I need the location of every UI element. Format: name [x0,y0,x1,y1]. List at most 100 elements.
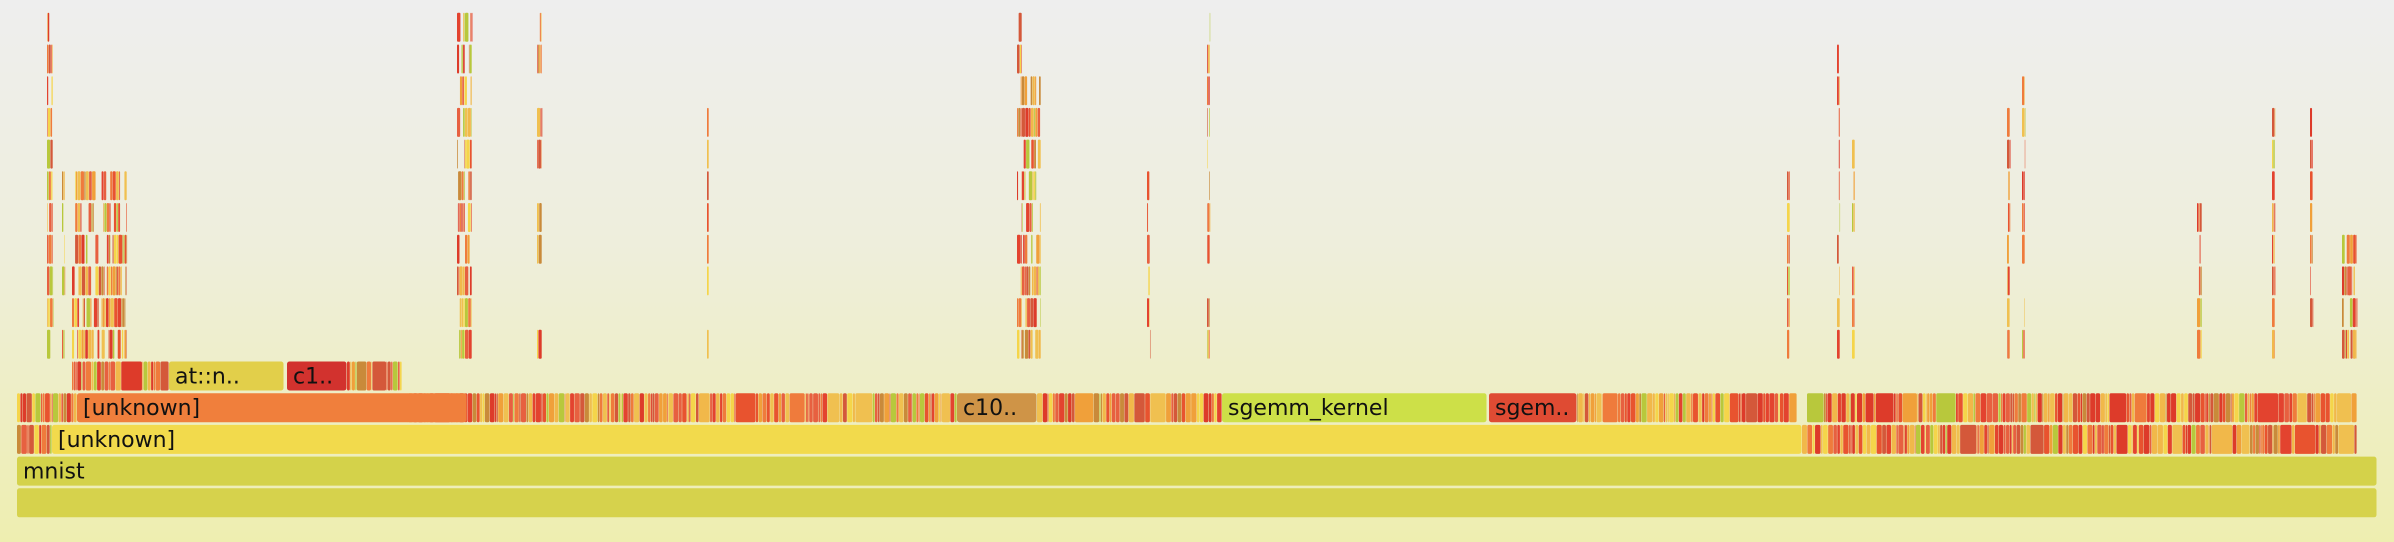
flame-frame-thin[interactable] [2102,424,2104,454]
flame-frame-thin[interactable] [101,171,104,201]
flame-frame-thin[interactable] [1134,393,1145,423]
flame-frame-thin[interactable] [2094,424,2097,454]
flame-frame-thin[interactable] [2031,393,2034,423]
flame-frame-thin[interactable] [1209,171,1210,201]
flame-frame-thin[interactable] [537,44,538,74]
flame-frame-thin[interactable] [1854,266,1855,296]
flame-frame-thin[interactable] [2184,393,2188,423]
flame-frame-thin[interactable] [81,329,84,359]
flame-frame-thin[interactable] [2274,203,2276,232]
flame-frame-thin[interactable] [1658,393,1664,423]
flame-frame-thin[interactable] [1852,424,1855,454]
flame-frame-thin[interactable] [1936,393,1956,423]
flame-frame-thin[interactable] [2023,171,2025,201]
flame-frame-thin[interactable] [469,44,472,74]
flame-frame-thin[interactable] [1214,393,1217,423]
flame-frame-thin[interactable] [121,298,122,328]
flame-frame-thin[interactable] [2087,424,2093,454]
flame-frame-thin[interactable] [1828,424,1833,454]
flame-frame-thin[interactable] [498,393,504,423]
flame-frame-thin[interactable] [52,266,54,296]
flame-frame-thin[interactable] [2066,424,2069,454]
flame-frame-thin[interactable] [2003,424,2006,454]
flame-frame-thin[interactable] [121,329,124,359]
flame-frame-thin[interactable] [1839,266,1840,296]
flame-frame-thin[interactable] [120,266,122,296]
flame-frame-thin[interactable] [1665,393,1668,423]
flame-frame-thin[interactable] [634,393,640,423]
flame-frame-thin[interactable] [71,393,74,423]
flame-frame-thin[interactable] [143,361,148,391]
flame-frame-thin[interactable] [687,393,688,423]
flame-frame-thin[interactable] [2131,424,2133,454]
flame-frame-thin[interactable] [2311,234,2313,264]
flame-frame-thin[interactable] [539,12,541,42]
flame-frame-thin[interactable] [101,361,105,391]
flame-frame-thin[interactable] [105,298,106,328]
flame-frame-thin[interactable] [480,393,483,423]
flame-frame-thin[interactable] [52,393,59,423]
flame-frame-thin[interactable] [539,44,541,74]
flame-frame-thin[interactable] [806,393,808,423]
flame-frame-thin[interactable] [2337,393,2351,423]
flame-frame-thin[interactable] [1025,171,1026,201]
flame-frame-thin[interactable] [1024,329,1029,359]
flame-frame-thin[interactable] [1853,171,1855,201]
flame-frame-thin[interactable] [123,234,125,264]
flame-frame-thin[interactable] [1032,171,1034,201]
flame-frame-thin[interactable] [1926,424,1930,454]
flame-frame-thin[interactable] [2230,393,2232,423]
flame-frame-thin[interactable] [1017,44,1020,74]
flame-frame-thin[interactable] [2090,393,2096,423]
flame-frame-thin[interactable] [1741,393,1746,423]
flame-frame-thin[interactable] [1635,393,1639,423]
flame-frame-thin[interactable] [2335,424,2339,454]
flame-frame-thin[interactable] [2009,424,2012,454]
flame-frame-thin[interactable] [366,361,371,391]
flame-frame-thin[interactable] [2171,393,2177,423]
flame-frame-thin[interactable] [2035,393,2038,423]
flame-frame-thin[interactable] [818,393,821,423]
flame-frame-thin[interactable] [86,298,90,328]
flame-frame-thin[interactable] [1033,171,1035,201]
flame-frame-thin[interactable] [1019,44,1022,74]
flame-frame-thin[interactable] [2344,266,2347,296]
flame-frame-thin[interactable] [1025,298,1026,328]
flame-frame-thin[interactable] [513,393,514,423]
flame-frame-thin[interactable] [47,329,51,359]
flame-frame-thin[interactable] [735,393,756,423]
flame-frame-thin[interactable] [526,393,529,423]
flame-frame-thin[interactable] [461,298,464,328]
flame-frame-thin[interactable] [1778,393,1780,423]
flame-frame-thin[interactable] [668,393,673,423]
flame-frame-thin[interactable] [2018,393,2021,423]
flame-frame-thin[interactable] [1145,393,1150,423]
flame-frame-thin[interactable] [2110,424,2114,454]
flame-frame-thin[interactable] [47,298,48,328]
flame-frame-thin[interactable] [461,44,463,74]
flame-frame-thin[interactable] [84,171,86,201]
flame-frame-thin[interactable] [1207,234,1210,264]
flame-frame-thin[interactable] [47,139,51,169]
flame-frame-thin[interactable] [1071,393,1075,423]
flame-frame-thin[interactable] [2154,393,2160,423]
flame-frame-thin[interactable] [820,393,823,423]
flame-frame-thin[interactable] [1207,329,1208,359]
flame-frame-thin[interactable] [93,361,97,391]
flame-frame-thin[interactable] [48,44,51,74]
flame-frame-thin[interactable] [2023,329,2025,359]
flame-frame-thin[interactable] [813,393,818,423]
flame-frame-thin[interactable] [2048,393,2050,423]
flame-frame-thin[interactable] [2104,424,2109,454]
flame-frame-thin[interactable] [98,266,101,296]
flame-frame-thin[interactable] [2143,424,2150,454]
flame-frame-thin[interactable] [2012,393,2014,423]
flame-frame-thin[interactable] [514,393,519,423]
flame-frame-thin[interactable] [2077,393,2081,423]
flame-frame-thin[interactable] [734,393,736,423]
flame-frame-thin[interactable] [1852,203,1854,232]
flame-frame-thin[interactable] [1967,393,1974,423]
flame-frame-thin[interactable] [2310,203,2313,232]
flame-frame-thin[interactable] [1787,266,1788,296]
flame-frame-thin[interactable] [21,424,27,454]
